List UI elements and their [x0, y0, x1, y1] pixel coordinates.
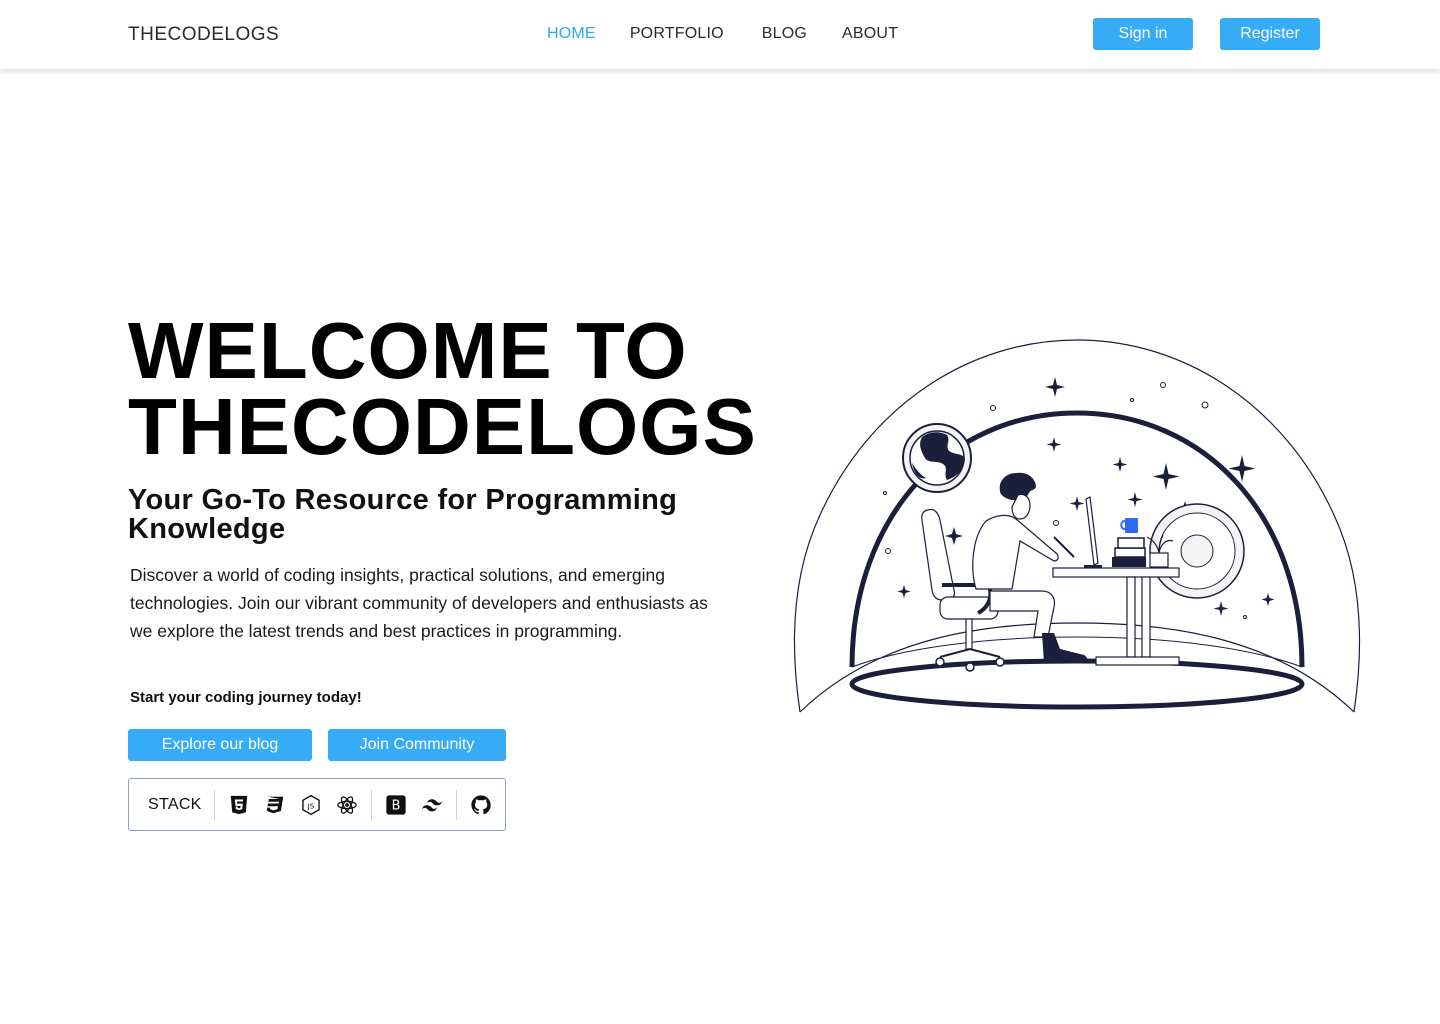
hero-illustration — [790, 335, 1365, 720]
react-icon — [336, 794, 358, 816]
sign-in-button[interactable]: Sign in — [1093, 18, 1193, 50]
navbar: THECODELOGS HOME PORTFOLIO BLOG ABOUT Si… — [0, 0, 1440, 70]
github-icon[interactable] — [470, 794, 492, 816]
nav-portfolio-link[interactable]: PORTFOLIO — [630, 25, 724, 43]
main-nav: HOME PORTFOLIO BLOG ABOUT — [547, 25, 898, 43]
bootstrap-letter: B — [391, 798, 400, 813]
hero-title: WELCOME TO THECODELOGS — [128, 306, 808, 471]
stack-label: STACK — [148, 795, 202, 813]
hero-description: Discover a world of coding insights, pra… — [130, 565, 708, 641]
css3-icon — [264, 794, 286, 816]
developer-dome-illustration — [793, 339, 1361, 713]
hero-title-line2: THECODELOGS — [128, 382, 757, 471]
hero-title-line1: WELCOME TO — [128, 306, 688, 395]
hero-cta-text: Start your coding journey today! — [130, 689, 362, 706]
brand-logo[interactable]: THECODELOGS — [128, 24, 279, 46]
nav-about-link[interactable]: ABOUT — [842, 25, 898, 43]
svg-text:JS: JS — [306, 801, 314, 810]
join-community-button[interactable]: Join Community — [328, 729, 506, 761]
nodejs-icon: JS — [300, 794, 322, 816]
nav-home-link[interactable]: HOME — [547, 25, 596, 43]
nav-blog-link[interactable]: BLOG — [762, 25, 807, 43]
stack-divider — [455, 789, 457, 820]
register-button[interactable]: Register — [1220, 18, 1320, 50]
hero-subtitle: Your Go-To Resource for Programming Know… — [128, 484, 678, 545]
tailwind-icon — [421, 794, 443, 816]
stack-divider — [370, 789, 372, 820]
stack-divider — [213, 789, 215, 820]
bootstrap-icon: B — [385, 794, 407, 816]
html5-icon — [228, 794, 250, 816]
tech-stack-bar: STACK JS B — [128, 778, 506, 831]
explore-blog-button[interactable]: Explore our blog — [128, 729, 312, 761]
